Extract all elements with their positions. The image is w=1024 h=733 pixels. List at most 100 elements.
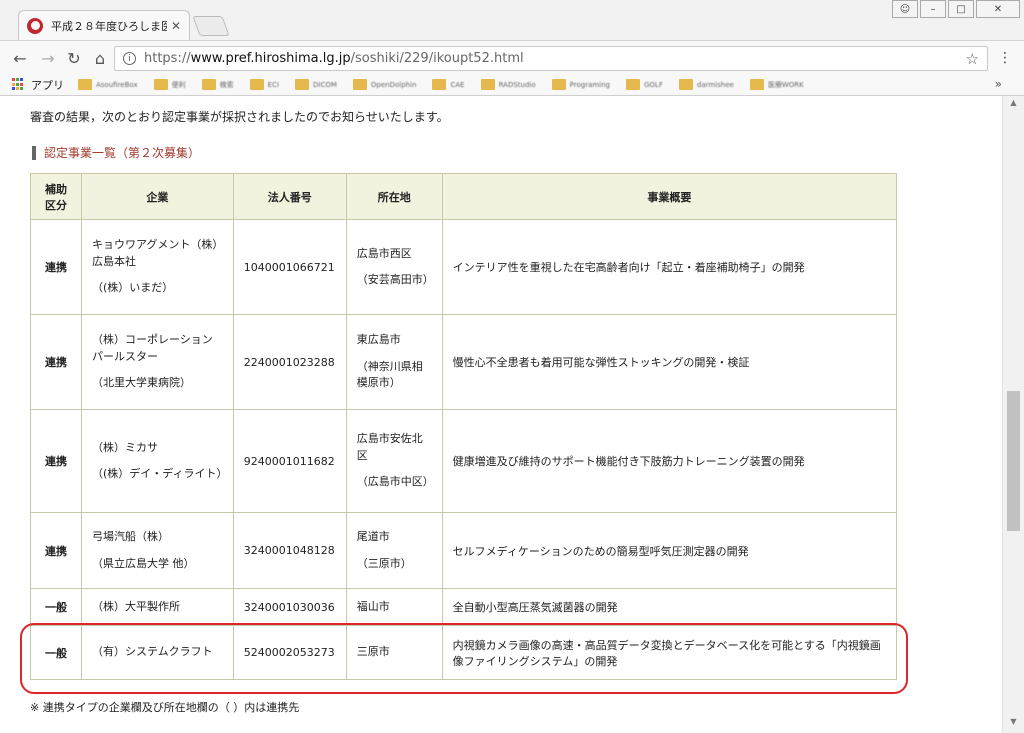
- type-cell: 連携: [30, 219, 82, 315]
- company-cell: （株）コーポレーションパールスター （北里大学東病院）: [80, 314, 234, 410]
- bookmark-item[interactable]: ECI: [249, 79, 279, 90]
- scroll-down-arrow-icon[interactable]: ▼: [1003, 717, 1024, 731]
- bookmark-item[interactable]: darmishee: [678, 79, 734, 90]
- location-cell: 広島市西区 （安芸高田市）: [345, 219, 443, 315]
- header-company: 企業: [80, 173, 234, 220]
- folder-icon: [749, 79, 764, 90]
- header-location: 所在地: [345, 173, 443, 220]
- table-row: 連携 （株）コーポレーションパールスター （北里大学東病院） 2240001023…: [30, 314, 898, 410]
- folder-icon: [480, 79, 495, 90]
- bookmark-item[interactable]: GOLF: [626, 79, 663, 90]
- type-cell: 一般: [30, 588, 82, 626]
- bookmark-star-icon[interactable]: ☆: [966, 50, 979, 68]
- type-cell: 連携: [30, 314, 82, 410]
- header-type: 補助区分: [30, 173, 82, 220]
- window-controls: ☺ – □ ✕: [890, 0, 1020, 18]
- folder-icon: [249, 79, 264, 90]
- table-row-highlighted: 一般 （有）システムクラフト 5240002053273 三原市 内視鏡カメラ画…: [30, 625, 898, 680]
- corp-number-cell: 5240002053273: [232, 625, 347, 680]
- company-cell: （株）ミカサ （(株）デイ・ディライト）: [80, 409, 234, 513]
- corp-number-cell: 1040001066721: [232, 219, 347, 315]
- apps-grid-icon[interactable]: [12, 78, 25, 91]
- location-cell: 東広島市 （神奈川県相模原市）: [345, 314, 443, 410]
- company-cell: （株）大平製作所: [80, 588, 234, 626]
- tab-title: 平成２８年度ひろしま医: [51, 19, 167, 33]
- corp-number-cell: 3240001048128: [232, 512, 347, 589]
- bookmark-item[interactable]: 医療WORK: [749, 79, 804, 90]
- corp-number-cell: 2240001023288: [232, 314, 347, 410]
- bookmarks-bar: アプリ AsoufireBox 便利 検索 ECI DICOM OpenDolp…: [0, 74, 1024, 96]
- forward-arrow-icon[interactable]: →: [38, 49, 58, 68]
- bookmark-item[interactable]: RADStudio: [480, 79, 536, 90]
- home-icon[interactable]: ⌂: [90, 49, 110, 68]
- more-bookmarks-icon[interactable]: »: [995, 77, 1002, 91]
- corp-number-cell: 9240001011682: [232, 409, 347, 513]
- browser-menu-icon[interactable]: ⋮: [998, 50, 1012, 66]
- bookmark-item[interactable]: AsoufireBox: [78, 79, 138, 90]
- certified-projects-table: 補助区分 企業 法人番号 所在地 事業概要 連携 キョウワアグメント（株）広島本…: [30, 173, 898, 680]
- minimize-button[interactable]: –: [920, 0, 946, 18]
- location-cell: 尾道市 （三原市）: [345, 512, 443, 589]
- type-cell: 連携: [30, 409, 82, 513]
- location-cell: 広島市安佐北区 （広島市中区）: [345, 409, 443, 513]
- folder-icon: [551, 79, 566, 90]
- folder-icon: [294, 79, 309, 90]
- address-bar[interactable]: i https://www.pref.hiroshima.lg.jp/soshi…: [114, 46, 988, 71]
- table-row: 連携 弓場汽船（株） （県立広島大学 他） 3240001048128 尾道市 （三…: [30, 512, 898, 589]
- table-row: 連携 キョウワアグメント（株）広島本社 （(株）いまだ） 104000106672…: [30, 219, 898, 315]
- corp-number-cell: 3240001030036: [232, 588, 347, 626]
- reload-icon[interactable]: ↻: [64, 49, 84, 68]
- summary-cell: 内視鏡カメラ画像の高速・高品質データ変換とデータベース化を可能とする「内視鏡画像…: [441, 625, 898, 680]
- bookmark-item[interactable]: Programing: [551, 79, 610, 90]
- scroll-thumb[interactable]: [1007, 391, 1020, 531]
- table-row: 一般 （株）大平製作所 3240001030036 福山市 全自動小型高圧蒸気滅…: [30, 588, 898, 626]
- bookmark-item[interactable]: 便利: [153, 79, 186, 90]
- close-tab-icon[interactable]: ✕: [171, 19, 181, 33]
- folder-icon: [626, 79, 640, 90]
- url-text: https://www.pref.hiroshima.lg.jp/soshiki…: [144, 51, 524, 66]
- summary-cell: セルフメディケーションのための簡易型呼気圧測定器の開発: [441, 512, 898, 589]
- location-cell: 三原市: [345, 625, 443, 680]
- table-row: 連携 （株）ミカサ （(株）デイ・ディライト） 9240001011682 広島市…: [30, 409, 898, 513]
- company-cell: 弓場汽船（株） （県立広島大学 他）: [80, 512, 234, 589]
- header-summary: 事業概要: [441, 173, 898, 220]
- user-icon[interactable]: ☺: [892, 0, 918, 18]
- folder-icon: [678, 79, 693, 90]
- bookmark-item[interactable]: OpenDolphin: [352, 79, 416, 90]
- bookmark-item[interactable]: CAE: [432, 79, 465, 90]
- company-cell: キョウワアグメント（株）広島本社 （(株）いまだ）: [80, 219, 234, 315]
- folder-icon: [153, 79, 168, 90]
- folder-icon: [78, 79, 92, 90]
- site-info-icon[interactable]: i: [123, 52, 136, 65]
- scroll-up-arrow-icon[interactable]: ▲: [1003, 98, 1024, 112]
- company-cell: （有）システムクラフト: [80, 625, 234, 680]
- folder-icon: [201, 79, 216, 90]
- folder-icon: [432, 79, 447, 90]
- summary-cell: インテリア性を重視した在宅高齢者向け「起立・着座補助椅子」の開発: [441, 219, 898, 315]
- footnote: ※ 連携タイプの企業欄及び所在地欄の（ ）内は連携先: [30, 701, 300, 714]
- type-cell: 連携: [30, 512, 82, 589]
- browser-tab[interactable]: 平成２８年度ひろしま医 ✕: [18, 10, 190, 40]
- page-content: 審査の結果，次のとおり認定事業が採択されましたのでお知らせいたします。 認定事業…: [0, 96, 1002, 733]
- section-heading: 認定事業一覧（第２次募集）: [32, 144, 200, 161]
- maximize-button[interactable]: □: [948, 0, 974, 18]
- site-favicon-icon: [27, 17, 43, 34]
- intro-text: 審査の結果，次のとおり認定事業が採択されましたのでお知らせいたします。: [30, 110, 449, 124]
- browser-toolbar: ← → ↻ ⌂ i https://www.pref.hiroshima.lg.…: [0, 40, 1024, 74]
- table-header-row: 補助区分 企業 法人番号 所在地 事業概要: [30, 173, 898, 220]
- summary-cell: 慢性心不全患者も着用可能な弾性ストッキングの開発・検証: [441, 314, 898, 410]
- new-tab-button[interactable]: [192, 16, 230, 36]
- folder-icon: [352, 79, 367, 90]
- summary-cell: 健康増進及び維持のサポート機能付き下肢筋力トレーニング装置の開発: [441, 409, 898, 513]
- summary-cell: 全自動小型高圧蒸気滅菌器の開発: [441, 588, 898, 626]
- bookmark-item[interactable]: DICOM: [294, 79, 337, 90]
- location-cell: 福山市: [345, 588, 443, 626]
- vertical-scrollbar[interactable]: ▲ ▼: [1002, 96, 1024, 733]
- header-corp-number: 法人番号: [232, 173, 347, 220]
- apps-shortcut[interactable]: アプリ: [31, 77, 64, 93]
- back-arrow-icon[interactable]: ←: [10, 49, 30, 68]
- type-cell: 一般: [30, 625, 82, 680]
- bookmark-item[interactable]: 検索: [201, 79, 234, 90]
- title-bar: 平成２８年度ひろしま医 ✕ ☺ – □ ✕: [0, 0, 1024, 40]
- close-window-button[interactable]: ✕: [976, 0, 1020, 18]
